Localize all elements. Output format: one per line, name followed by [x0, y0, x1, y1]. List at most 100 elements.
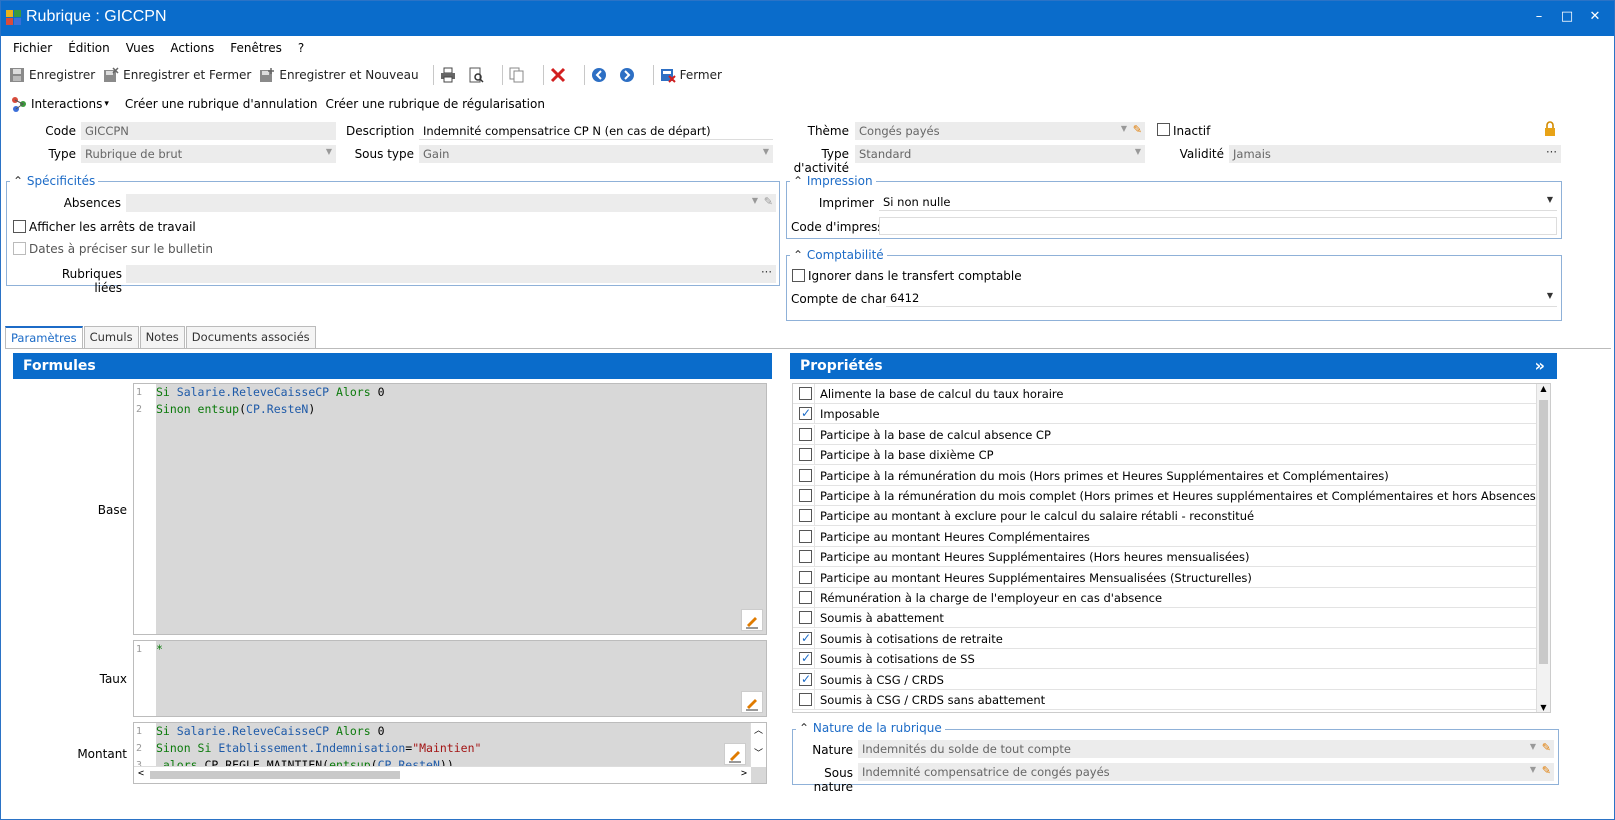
- property-row[interactable]: Participe au montant Heures Supplémentai…: [793, 547, 1537, 568]
- edit-pencil-icon[interactable]: ✎: [1133, 123, 1142, 136]
- edit-pencil-icon[interactable]: ✎: [1542, 764, 1551, 777]
- nature-title[interactable]: ⌃ Nature de la rubrique: [796, 721, 945, 735]
- interactions-menu[interactable]: Interactions ▾: [11, 96, 117, 112]
- print-select[interactable]: Si non nulle ▼: [879, 193, 1557, 211]
- menu-fichier[interactable]: Fichier: [13, 36, 52, 60]
- proprietes-scrollbar[interactable]: ▲ ▼: [1536, 384, 1550, 712]
- account-select[interactable]: 6412 ▼: [886, 289, 1557, 307]
- create-regul-link[interactable]: Créer une rubrique de régularisation: [325, 97, 544, 111]
- print-preview-button[interactable]: [468, 67, 488, 83]
- close-button[interactable]: ✕: [1588, 9, 1602, 24]
- edit-pencil-icon[interactable]: [741, 691, 763, 713]
- soustype-select[interactable]: Gain ▼: [419, 145, 773, 163]
- specificites-title[interactable]: ⌃ Spécificités: [10, 174, 99, 188]
- property-row[interactable]: Participe à la base dixième CP: [793, 445, 1537, 466]
- property-checkbox[interactable]: [799, 387, 812, 400]
- property-row[interactable]: Participe au montant Heures Complémentai…: [793, 526, 1537, 547]
- save-button[interactable]: Enregistrer: [9, 67, 95, 83]
- create-cancel-link[interactable]: Créer une rubrique d'annulation: [125, 97, 318, 111]
- property-checkbox[interactable]: [799, 427, 812, 441]
- tab-notes[interactable]: Notes: [139, 326, 185, 349]
- impression-title[interactable]: ⌃ Impression: [790, 174, 876, 188]
- theme-select[interactable]: Congés payés ▼ ✎: [855, 122, 1145, 140]
- property-checkbox[interactable]: [799, 611, 812, 625]
- property-checkbox[interactable]: [799, 570, 812, 584]
- menu-actions[interactable]: Actions: [170, 36, 214, 60]
- dates-preciser-checkbox[interactable]: [13, 242, 26, 255]
- property-checkbox[interactable]: ✓: [799, 672, 812, 686]
- show-stops-checkbox[interactable]: [13, 220, 26, 233]
- ellipsis-icon[interactable]: ···: [761, 265, 772, 279]
- menu-help[interactable]: ?: [298, 36, 304, 60]
- property-row[interactable]: ✓ Soumis à cotisations de retraite: [793, 628, 1537, 649]
- delete-button[interactable]: [550, 67, 570, 83]
- save-new-button[interactable]: Enregistrer et Nouveau: [259, 67, 419, 83]
- copy-button[interactable]: [509, 67, 529, 83]
- type-select[interactable]: Rubrique de brut ▼: [81, 145, 336, 163]
- validity-field[interactable]: Jamais ···: [1229, 145, 1561, 163]
- tab-cumuls[interactable]: Cumuls: [83, 326, 139, 349]
- collapse-panel-icon[interactable]: »: [1535, 353, 1545, 379]
- inactive-checkbox[interactable]: [1157, 123, 1170, 136]
- property-checkbox[interactable]: [799, 489, 812, 502]
- property-checkbox[interactable]: [799, 693, 812, 706]
- ignore-transfer-checkbox[interactable]: [792, 269, 805, 282]
- maximize-button[interactable]: □: [1560, 9, 1574, 24]
- menu-vues[interactable]: Vues: [126, 36, 155, 60]
- close-form-button[interactable]: Fermer: [660, 67, 722, 83]
- property-row[interactable]: Participe à la rémunération du mois (Hor…: [793, 465, 1537, 486]
- property-checkbox[interactable]: ✓: [799, 651, 812, 666]
- montant-hscrollbar[interactable]: < >: [134, 766, 751, 783]
- activity-select[interactable]: Standard ▼: [855, 145, 1145, 163]
- montant-formula-editor[interactable]: 123 Si Salarie.ReleveCaisseCP Alors 0 Si…: [133, 722, 767, 784]
- property-checkbox[interactable]: [799, 529, 812, 543]
- property-row[interactable]: Participe au montant Heures Supplémentai…: [793, 567, 1537, 588]
- menu-fenetres[interactable]: Fenêtres: [230, 36, 282, 60]
- menu-edition[interactable]: Édition: [68, 36, 110, 60]
- linked-field[interactable]: ···: [126, 265, 776, 283]
- print-code-field[interactable]: [879, 217, 1557, 235]
- scroll-left-icon[interactable]: <: [138, 768, 144, 779]
- property-row[interactable]: ✓ Imposable: [793, 404, 1537, 425]
- tab-parametres[interactable]: Paramètres: [5, 326, 83, 349]
- tab-documents[interactable]: Documents associés: [185, 326, 316, 349]
- edit-pencil-icon[interactable]: ✎: [764, 195, 773, 208]
- minimize-button[interactable]: –: [1532, 9, 1546, 24]
- property-row[interactable]: Soumis à abattement: [793, 608, 1537, 629]
- sousnature-select[interactable]: Indemnité compensatrice de congés payés ▼…: [858, 763, 1554, 781]
- taux-formula-editor[interactable]: 1 *: [133, 640, 767, 717]
- property-row[interactable]: Soumis à CSG / CRDS sans abattement: [793, 690, 1537, 710]
- property-row[interactable]: Participe à la base de calcul absence CP: [793, 424, 1537, 445]
- property-checkbox[interactable]: [799, 550, 812, 564]
- base-formula-editor[interactable]: 12 Si Salarie.ReleveCaisseCP Alors 0 Sin…: [133, 383, 767, 635]
- property-checkbox[interactable]: ✓: [799, 631, 812, 645]
- scroll-thumb[interactable]: [1539, 400, 1548, 664]
- edit-pencil-icon[interactable]: ✎: [1542, 741, 1551, 754]
- property-row[interactable]: ✓ Soumis à cotisations de SS: [793, 649, 1537, 670]
- print-button[interactable]: [440, 67, 460, 83]
- property-checkbox[interactable]: ✓: [799, 406, 812, 421]
- edit-pencil-icon[interactable]: [741, 609, 763, 631]
- property-row[interactable]: Participe au montant à exclure pour le c…: [793, 506, 1537, 527]
- save-close-button[interactable]: Enregistrer et Fermer: [103, 67, 251, 83]
- code-field[interactable]: GICCPN: [81, 122, 336, 140]
- absences-select[interactable]: ▼ ✎: [126, 194, 776, 212]
- edit-pencil-icon[interactable]: [724, 743, 746, 765]
- scroll-down-icon[interactable]: ﹀: [751, 746, 766, 759]
- montant-vscrollbar[interactable]: ︿ ﹀: [750, 723, 766, 767]
- property-row[interactable]: Alimente la base de calcul du taux horai…: [793, 384, 1537, 404]
- next-button[interactable]: [619, 67, 639, 83]
- property-row[interactable]: Participe à la rémunération du mois comp…: [793, 486, 1540, 506]
- property-checkbox[interactable]: [799, 448, 812, 462]
- nature-select[interactable]: Indemnités du solde de tout compte ▼ ✎: [858, 740, 1554, 758]
- scroll-down-icon[interactable]: ▼: [1537, 703, 1550, 712]
- comptabilite-title[interactable]: ⌃ Comptabilité: [790, 248, 887, 262]
- property-checkbox[interactable]: [799, 591, 812, 604]
- property-row[interactable]: Rémunération à la charge de l'employeur …: [793, 588, 1537, 608]
- description-field[interactable]: Indemnité compensatrice CP N (en cas de …: [419, 122, 773, 140]
- scroll-up-icon[interactable]: ▲: [1537, 384, 1550, 393]
- previous-button[interactable]: [591, 67, 611, 83]
- property-checkbox[interactable]: [799, 468, 812, 482]
- property-checkbox[interactable]: [799, 509, 812, 523]
- scroll-right-icon[interactable]: >: [741, 768, 747, 779]
